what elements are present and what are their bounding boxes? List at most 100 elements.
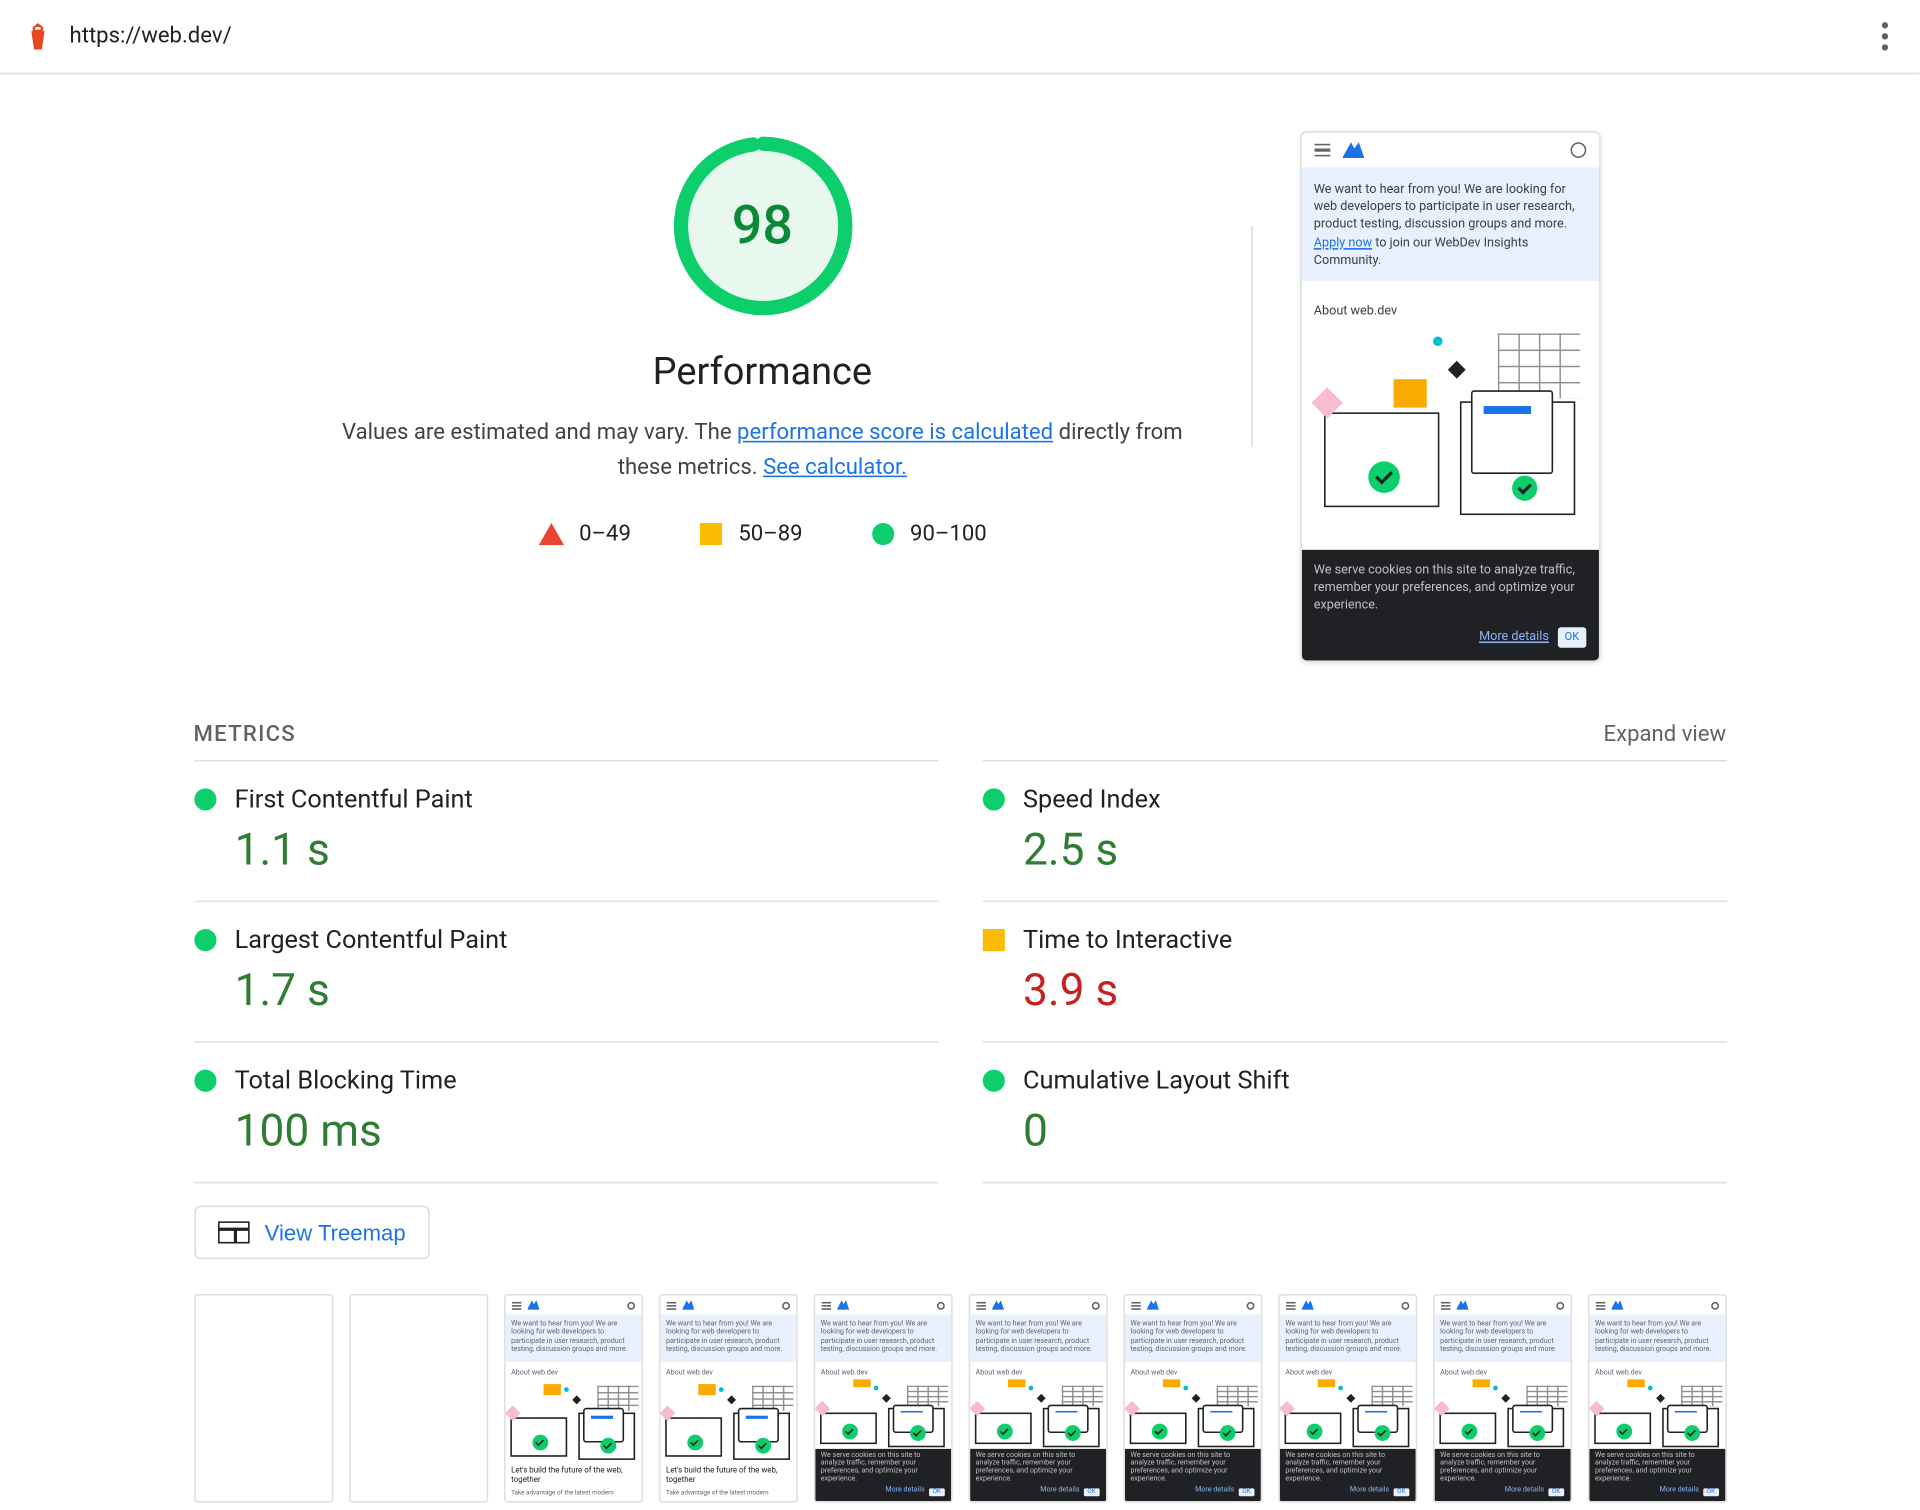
thumb-about: About web.dev: [1314, 303, 1586, 317]
webdev-logo-icon: [1146, 1300, 1159, 1309]
hamburger-icon: [821, 1301, 830, 1309]
metric-row[interactable]: Largest Contentful Paint1.7 s: [194, 901, 938, 1042]
thumb-appbar: [1301, 133, 1598, 168]
metric-status-icon: [982, 1070, 1004, 1092]
hamburger-icon: [1130, 1301, 1139, 1309]
metric-value: 3.9 s: [1023, 964, 1726, 1016]
audited-url[interactable]: https://web.dev/: [70, 24, 232, 49]
fs-cookie: We serve cookies on this site to analyze…: [1279, 1449, 1415, 1501]
search-icon: [781, 1301, 789, 1309]
metric-status-icon: [194, 1070, 216, 1092]
fs-cookie: We serve cookies on this site to analyze…: [1434, 1449, 1570, 1501]
search-icon: [1570, 142, 1586, 158]
fs-about: About web.dev: [814, 1361, 950, 1380]
final-screenshot-column: We want to hear from you! We are looking…: [1300, 131, 1600, 662]
fs-illustration: [1434, 1385, 1570, 1449]
header-area: 98 Performance Values are estimated and …: [0, 74, 1920, 678]
metric-value: 1.7 s: [235, 964, 938, 1016]
filmstrip-frame[interactable]: We want to hear from you! We are looking…: [1587, 1294, 1726, 1503]
hamburger-icon: [511, 1301, 520, 1309]
metrics-title: METRICS: [194, 722, 296, 747]
fs-about: About web.dev: [1589, 1361, 1725, 1380]
filmstrip-frame[interactable]: [194, 1294, 333, 1503]
filmstrip-frame[interactable]: We want to hear from you! We are looking…: [1277, 1294, 1416, 1503]
treemap-label: View Treemap: [265, 1220, 406, 1245]
webdev-logo-icon: [527, 1300, 540, 1309]
filmstrip-frame[interactable]: [348, 1294, 487, 1503]
final-screenshot[interactable]: We want to hear from you! We are looking…: [1300, 131, 1600, 662]
legend-pass-label: 90–100: [910, 521, 987, 546]
metric-row[interactable]: Speed Index2.5 s: [982, 760, 1726, 901]
see-calculator-link[interactable]: See calculator.: [763, 456, 907, 481]
fs-textbox: Let's build the future of the web, toget…: [505, 1463, 641, 1501]
filmstrip-frame[interactable]: We want to hear from you! We are looking…: [1432, 1294, 1571, 1503]
filmstrip-frame[interactable]: We want to hear from you! We are looking…: [968, 1294, 1107, 1503]
fs-banner: We want to hear from you! We are looking…: [1124, 1315, 1260, 1362]
score-calc-link[interactable]: performance score is calculated: [737, 420, 1053, 445]
fs-about: About web.dev: [505, 1361, 641, 1380]
more-menu-button[interactable]: [1872, 13, 1897, 60]
fs-textbox: Let's build the future of the web, toget…: [660, 1463, 796, 1501]
webdev-logo-icon: [1342, 142, 1364, 158]
fs-appbar: [1279, 1296, 1415, 1315]
legend-avg-label: 50–89: [738, 521, 802, 546]
metric-row[interactable]: Total Blocking Time100 ms: [194, 1041, 938, 1183]
fs-appbar: [1124, 1296, 1260, 1315]
thumb-cookie-text: We serve cookies on this site to analyze…: [1314, 563, 1575, 611]
fs-appbar: [969, 1296, 1105, 1315]
search-icon: [1246, 1301, 1254, 1309]
fs-illustration: [660, 1385, 796, 1463]
metric-row[interactable]: First Contentful Paint 1.1 s: [194, 760, 938, 901]
metric-name: Speed Index: [1023, 784, 1726, 814]
filmstrip-frame[interactable]: We want to hear from you! We are looking…: [503, 1294, 642, 1503]
metric-row[interactable]: Cumulative Layout Shift0: [982, 1041, 1726, 1183]
divider: [1251, 226, 1253, 447]
metric-status-icon: [982, 788, 1004, 810]
metric-row[interactable]: Time to Interactive 3.9 s: [982, 901, 1726, 1042]
category-name: Performance: [320, 349, 1205, 393]
fs-banner: We want to hear from you! We are looking…: [505, 1315, 641, 1362]
search-icon: [626, 1301, 634, 1309]
filmstrip-frame[interactable]: We want to hear from you! We are looking…: [813, 1294, 952, 1503]
webdev-logo-icon: [1456, 1300, 1469, 1309]
expand-view-toggle[interactable]: Expand view: [1604, 722, 1727, 747]
fs-banner: We want to hear from you! We are looking…: [814, 1315, 950, 1362]
performance-gauge[interactable]: 98: [668, 131, 858, 321]
score-column: 98 Performance Values are estimated and …: [320, 131, 1205, 662]
score-disclaimer: Values are estimated and may vary. The p…: [320, 416, 1205, 487]
metrics-section: METRICS Expand view First Contentful Pai…: [178, 709, 1742, 1259]
filmstrip-frame[interactable]: We want to hear from you! We are looking…: [1123, 1294, 1262, 1503]
filmstrip-frame[interactable]: We want to hear from you! We are looking…: [658, 1294, 797, 1503]
metric-name: Time to Interactive: [1023, 924, 1726, 954]
fs-banner: We want to hear from you! We are looking…: [1434, 1315, 1570, 1362]
thumb-ok-button: OK: [1558, 627, 1585, 648]
webdev-logo-icon: [1301, 1300, 1314, 1309]
search-icon: [1401, 1301, 1409, 1309]
fs-appbar: [505, 1296, 641, 1315]
metric-name: First Contentful Paint: [235, 784, 938, 814]
filmstrip: We want to hear from you! We are looking…: [178, 1294, 1742, 1503]
fs-illustration: [1124, 1385, 1260, 1449]
score-legend: 0–49 50–89 90–100: [320, 521, 1205, 546]
search-icon: [1556, 1301, 1564, 1309]
metrics-header: METRICS Expand view: [194, 709, 1727, 760]
legend-pass: 90–100: [872, 521, 987, 546]
thumb-cookie-bar: We serve cookies on this site to analyze…: [1301, 550, 1598, 660]
fs-appbar: [814, 1296, 950, 1315]
fs-cookie: We serve cookies on this site to analyze…: [814, 1449, 950, 1501]
fs-cookie: We serve cookies on this site to analyze…: [1589, 1449, 1725, 1501]
fs-cookie: We serve cookies on this site to analyze…: [969, 1449, 1105, 1501]
fs-illustration: [814, 1385, 950, 1449]
hamburger-icon: [976, 1301, 985, 1309]
metric-value: 1.1 s: [235, 823, 938, 875]
fs-banner: We want to hear from you! We are looking…: [1589, 1315, 1725, 1362]
thumb-body: About web.dev: [1301, 281, 1598, 550]
thumb-illustration: [1314, 333, 1586, 523]
triangle-red-icon: [538, 523, 563, 545]
hamburger-icon: [1285, 1301, 1294, 1309]
fs-about: About web.dev: [660, 1361, 796, 1380]
fs-appbar: [660, 1296, 796, 1315]
view-treemap-button[interactable]: View Treemap: [194, 1206, 430, 1260]
fs-appbar: [1589, 1296, 1725, 1315]
thumb-banner-link: Apply now: [1314, 235, 1372, 249]
